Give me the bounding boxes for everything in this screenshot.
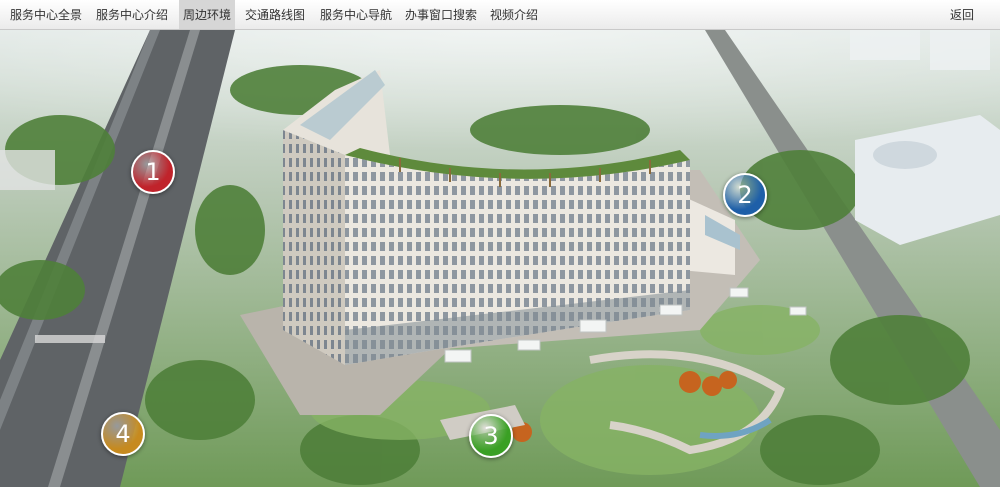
nav-tab-video[interactable]: 视频介绍	[487, 0, 541, 29]
location-marker-2[interactable]: 2	[723, 173, 767, 217]
nav-tab-window-search[interactable]: 办事窗口搜索	[402, 0, 480, 29]
nav-tab-transport-route[interactable]: 交通路线图	[243, 0, 307, 29]
top-nav-bar: 服务中心全景 服务中心介绍 周边环境 交通路线图 服务中心导航 办事窗口搜索 视…	[0, 0, 1000, 30]
nav-tab-surroundings[interactable]: 周边环境	[179, 0, 235, 29]
location-marker-1[interactable]: 1	[131, 150, 175, 194]
back-button[interactable]: 返回	[944, 0, 980, 29]
location-marker-4[interactable]: 4	[101, 412, 145, 456]
nav-tab-center-navigation[interactable]: 服务中心导航	[316, 0, 396, 29]
location-marker-3[interactable]: 3	[469, 414, 513, 458]
nav-tab-introduction[interactable]: 服务中心介绍	[91, 0, 173, 29]
nav-tab-panorama[interactable]: 服务中心全景	[6, 0, 86, 29]
